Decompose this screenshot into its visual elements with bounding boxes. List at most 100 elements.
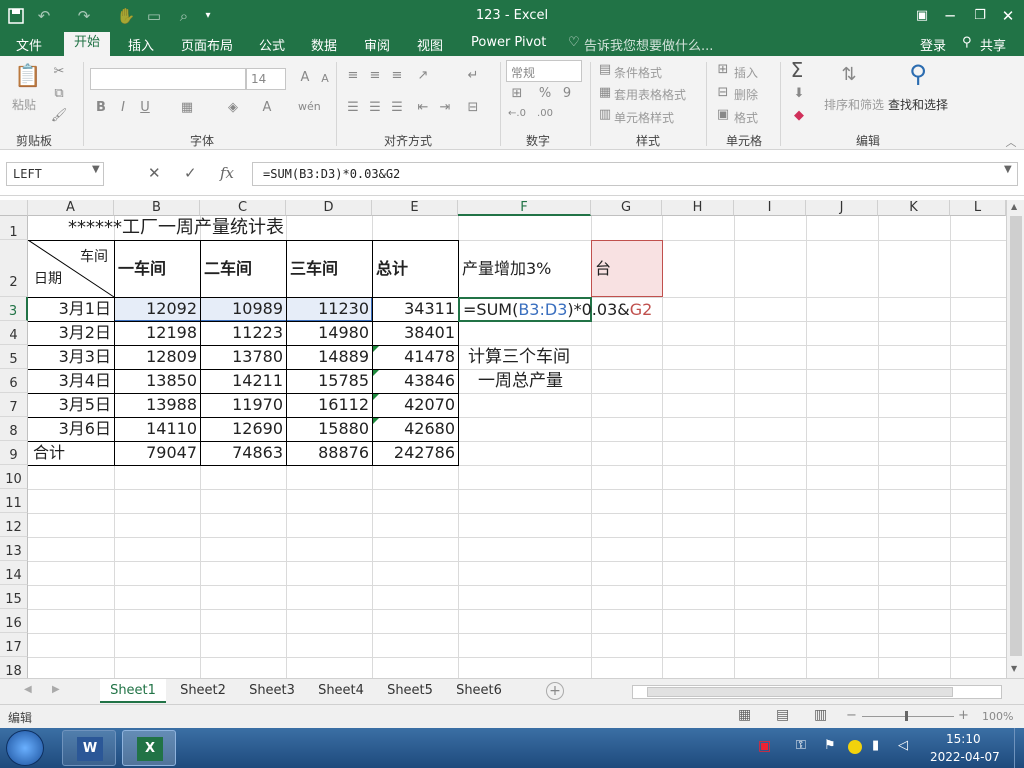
horizontal-scrollbar[interactable] — [632, 685, 1002, 699]
paste-icon[interactable]: 📋 — [14, 64, 41, 89]
network-icon[interactable]: ▮ — [872, 738, 879, 753]
insert-cells-button[interactable]: 插入 — [734, 64, 758, 81]
zoom-slider[interactable] — [862, 716, 954, 717]
delete-cells-button[interactable]: 删除 — [734, 86, 758, 103]
row-header[interactable]: 2 — [0, 240, 28, 297]
merge-center-icon[interactable]: ⊟ — [464, 100, 482, 115]
copy-icon[interactable]: ⧉ — [50, 86, 68, 101]
header-cell[interactable]: 二车间 — [204, 258, 252, 280]
sheet-tab-1[interactable]: Sheet1 — [100, 679, 166, 703]
fill-color-icon[interactable]: ◈ — [224, 100, 242, 115]
scroll-thumb[interactable] — [1010, 216, 1022, 656]
total-cell[interactable]: 42680 — [372, 418, 458, 440]
sum-cell[interactable]: 74863 — [200, 442, 286, 464]
volume-icon[interactable]: ◁ — [898, 738, 908, 753]
zoom-slider-thumb[interactable] — [905, 711, 908, 721]
page-layout-view-icon[interactable]: ▤ — [776, 707, 789, 723]
find-select-button[interactable]: 查找和选择 — [888, 96, 948, 113]
zoom-out-icon[interactable]: − — [846, 708, 857, 723]
total-label[interactable]: 合计 — [33, 442, 65, 464]
name-box-dropdown-icon[interactable]: ▼ — [92, 164, 100, 175]
align-right-icon[interactable]: ☰ — [388, 100, 406, 115]
insert-cells-icon[interactable]: ⊞ — [714, 62, 732, 77]
wrap-text-icon[interactable]: ↵ — [464, 68, 482, 83]
column-header[interactable]: F — [458, 200, 591, 216]
date-cell[interactable]: 3月1日 — [28, 298, 114, 320]
value-cell[interactable]: 12198 — [114, 322, 200, 344]
login-link[interactable]: 登录 — [920, 35, 946, 54]
value-cell[interactable]: 11223 — [200, 322, 286, 344]
page-break-view-icon[interactable]: ▥ — [814, 707, 827, 723]
align-top-icon[interactable]: ≡ — [344, 68, 362, 83]
tab-insert[interactable]: 插入 — [128, 35, 154, 54]
cut-icon[interactable]: ✂ — [50, 64, 68, 79]
tell-me-box[interactable]: 告诉我您想要做什么... — [584, 35, 713, 54]
column-header[interactable]: L — [950, 200, 1006, 216]
format-cells-icon[interactable]: ▣ — [714, 107, 732, 122]
share-button[interactable]: 共享 — [980, 35, 1006, 54]
value-cell[interactable]: 14980 — [286, 322, 372, 344]
column-header[interactable]: E — [372, 200, 458, 216]
column-header[interactable]: K — [878, 200, 950, 216]
sum-cell[interactable]: 242786 — [372, 442, 458, 464]
column-header[interactable]: D — [286, 200, 372, 216]
tab-power-pivot[interactable]: Power Pivot — [471, 35, 546, 50]
format-as-table-button[interactable]: 套用表格格式 — [614, 86, 686, 103]
borders-icon[interactable]: ▦ — [178, 100, 196, 115]
row-header[interactable]: 12 — [0, 513, 28, 537]
value-cell[interactable]: 12809 — [114, 346, 200, 368]
align-center-icon[interactable]: ☰ — [366, 100, 384, 115]
add-sheet-icon[interactable]: + — [546, 682, 564, 700]
value-cell[interactable]: 12690 — [200, 418, 286, 440]
cancel-edit-icon[interactable]: ✕ — [148, 164, 161, 182]
row-header[interactable]: 3 — [0, 297, 28, 321]
date-cell[interactable]: 3月3日 — [28, 346, 114, 368]
row-header[interactable]: 13 — [0, 537, 28, 561]
align-bottom-icon[interactable]: ≡ — [388, 68, 406, 83]
formula-input[interactable]: =SUM(B3:D3)*0.03&G2 — [252, 162, 1018, 186]
clock-time[interactable]: 15:10 — [946, 732, 981, 746]
fill-icon[interactable]: ⬇ — [790, 86, 808, 101]
tab-page-layout[interactable]: 页面布局 — [181, 35, 233, 54]
zoom-level[interactable]: 100% — [982, 710, 1013, 723]
column-header[interactable]: I — [734, 200, 806, 216]
sum-cell[interactable]: 79047 — [114, 442, 200, 464]
tab-file[interactable]: 文件 — [16, 35, 42, 54]
sum-cell[interactable]: 88876 — [286, 442, 372, 464]
name-box[interactable]: LEFT — [6, 162, 104, 186]
show-desktop-button[interactable] — [1014, 728, 1024, 768]
conditional-format-button[interactable]: 条件格式 — [614, 64, 662, 81]
horizontal-scroll-thumb[interactable] — [647, 687, 953, 697]
sheet-tab-4[interactable]: Sheet4 — [308, 679, 374, 703]
number-format-combo[interactable]: 常规 — [506, 60, 582, 82]
tab-review[interactable]: 审阅 — [364, 35, 390, 54]
row-header[interactable]: 1 — [0, 216, 28, 240]
increase-header-cell[interactable]: 产量增加3% — [462, 258, 551, 280]
value-cell[interactable]: 13780 — [200, 346, 286, 368]
worksheet-grid[interactable]: A B C D E F G H I J K L 1 2 3 4 5 6 7 8 … — [0, 200, 1006, 678]
ime-icon[interactable]: ▣ — [758, 738, 771, 754]
font-name-combo[interactable] — [90, 68, 246, 90]
align-middle-icon[interactable]: ≡ — [366, 68, 384, 83]
conditional-format-icon[interactable]: ▤ — [596, 62, 614, 77]
usb-icon[interactable]: ⚿ — [796, 738, 806, 753]
decrease-decimal-icon[interactable]: .00 — [536, 108, 554, 119]
restore-icon[interactable]: ❐ — [968, 4, 992, 28]
grow-font-icon[interactable]: A — [296, 70, 314, 85]
accounting-format-icon[interactable]: ⊞ — [508, 86, 526, 101]
note-line[interactable]: 计算三个车间 — [468, 346, 570, 368]
value-cell[interactable]: 14110 — [114, 418, 200, 440]
shrink-font-icon[interactable]: A — [316, 72, 334, 85]
row-header[interactable]: 10 — [0, 465, 28, 489]
value-cell[interactable]: 11970 — [200, 394, 286, 416]
column-header[interactable]: G — [591, 200, 662, 216]
tab-data[interactable]: 数据 — [311, 35, 337, 54]
underline-button[interactable]: U — [136, 100, 154, 115]
value-cell[interactable]: 13988 — [114, 394, 200, 416]
value-cell[interactable]: 14889 — [286, 346, 372, 368]
row-header[interactable]: 17 — [0, 633, 28, 657]
value-cell[interactable]: 14211 — [200, 370, 286, 392]
prev-sheet-icon[interactable]: ◀ — [24, 684, 32, 695]
total-cell[interactable]: 41478 — [372, 346, 458, 368]
column-header[interactable]: A — [28, 200, 114, 216]
